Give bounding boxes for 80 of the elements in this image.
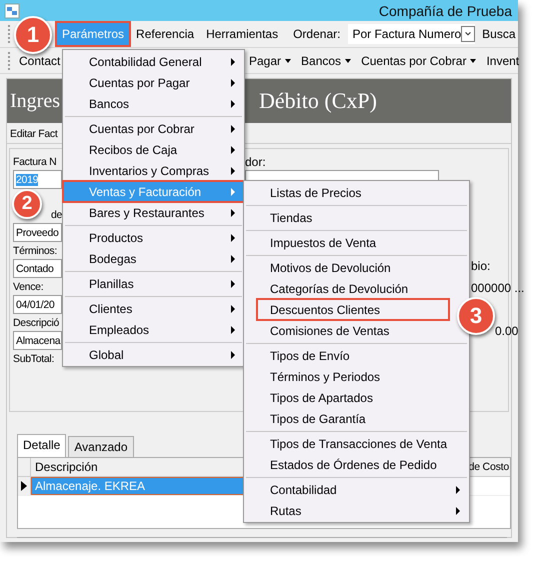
field-text: bio: [471, 259, 490, 274]
menu-item[interactable]: Contabilidad [244, 479, 469, 500]
menu-item[interactable]: Bodegas [63, 248, 244, 269]
submenu-arrow-icon [456, 506, 460, 514]
toolbar-menu[interactable]: Bancos [301, 54, 352, 68]
tab[interactable]: Detalle [17, 434, 66, 457]
menu-item[interactable]: Listas de Precios [244, 182, 469, 203]
menu-item[interactable]: Planillas [63, 273, 244, 294]
submenu-arrow-icon [231, 124, 235, 132]
menu-item[interactable]: Motivos de Devolución [244, 257, 469, 278]
menu-item[interactable]: Tipos de Apartados [244, 387, 469, 408]
form-title: Débito (CxP) [258, 88, 377, 114]
submenu-arrow-icon [231, 304, 235, 312]
menu-item[interactable]: Descuentos Clientes [257, 299, 449, 320]
menu-bar-item[interactable]: Referencia [131, 23, 200, 45]
menu-item[interactable]: Categorías de Devolución [244, 278, 469, 299]
window-title: Compañía de Prueba [378, 2, 513, 18]
input-field[interactable]: Contado [13, 259, 62, 278]
caret-icon [345, 58, 352, 62]
field-text: 000000 ... [471, 281, 524, 296]
menu-item[interactable]: Tipos de Transacciones de Venta [244, 433, 469, 454]
menu-bar-item[interactable]: Herramientas [201, 23, 284, 45]
menu-item[interactable]: Global [63, 344, 244, 365]
sort-label: Ordenar: [293, 27, 340, 41]
menu-item[interactable]: Productos [63, 227, 244, 248]
submenu-arrow-icon [231, 208, 235, 216]
field-label: de [51, 208, 62, 223]
toolbar-menu[interactable]: Invent [486, 54, 520, 68]
menu-item[interactable]: Bancos [63, 93, 244, 114]
toolbar-menu[interactable]: Pagar [249, 54, 292, 68]
submenu-arrow-icon [231, 146, 235, 154]
form-title: Ingres [10, 90, 60, 112]
field-label: Términos: [13, 244, 57, 259]
menu-item[interactable]: Términos y Periodos [244, 366, 469, 387]
menu-item[interactable]: Inventarios y Compras [63, 160, 244, 181]
menu-item[interactable]: Recibos de Caja [63, 139, 244, 160]
submenu-arrow-icon [231, 78, 235, 86]
input-field[interactable]: Proveedo [13, 223, 62, 242]
menu-item[interactable]: Clientes [63, 298, 244, 319]
input-field[interactable]: Almacena [13, 331, 62, 350]
submenu-arrow-icon [231, 280, 235, 288]
field-text: 0.00 [495, 324, 518, 339]
column-header[interactable]: Descripción [31, 458, 239, 476]
menu-item[interactable]: Rutas [244, 500, 469, 521]
menu-item[interactable]: Contabilidad General [63, 51, 244, 72]
submenu-arrow-icon [231, 326, 235, 334]
menu-item[interactable]: Tipos de Garantía [244, 408, 469, 429]
menu-item[interactable]: Tiendas [244, 207, 469, 228]
search-menu-item[interactable]: Busca [477, 23, 521, 45]
menu-item[interactable]: Estados de Órdenes de Pedido [244, 454, 469, 475]
field-label: Descripció [13, 316, 60, 331]
menu-item[interactable]: Impuestos de Venta [244, 232, 469, 253]
submenu-arrow-icon [231, 350, 235, 358]
submenu-arrow-icon [231, 166, 235, 174]
caret-icon [470, 58, 476, 62]
field-label: Vence: [13, 280, 44, 295]
field-label: dor: [245, 155, 266, 170]
field-label: SubTotal: [13, 352, 54, 367]
menu-item[interactable]: Cuentas por Pagar [63, 72, 244, 93]
field-label: Factura N [13, 155, 56, 170]
submenu-arrow-icon [231, 58, 235, 66]
menu-item[interactable]: Bares y Restaurantes [63, 202, 244, 223]
submenu-arrow-icon [231, 234, 235, 242]
menu-item[interactable]: Tipos de Envío [244, 345, 469, 366]
caret-icon [285, 58, 292, 62]
chevron-down-icon [461, 26, 476, 42]
step-badge: 1 [14, 16, 52, 54]
input-field[interactable]: 04/01/20 [13, 295, 62, 314]
submenu-arrow-icon [231, 254, 235, 262]
row-pointer-icon [21, 481, 27, 491]
tab[interactable]: Avanzado [68, 436, 134, 457]
menu-item[interactable]: Cuentas por Cobrar [63, 118, 244, 139]
app-icon [4, 2, 20, 18]
submenu-arrow-icon [456, 486, 460, 494]
submenu-arrow-icon [231, 188, 235, 196]
menu-item[interactable]: Empleados [63, 319, 244, 340]
submenu-arrow-icon [231, 100, 235, 108]
section-label: Editar Fact [10, 128, 58, 140]
toolbar-menu[interactable]: Cuentas por Cobrar [361, 54, 476, 68]
sort-dropdown[interactable]: Por Factura Numero [348, 24, 476, 44]
